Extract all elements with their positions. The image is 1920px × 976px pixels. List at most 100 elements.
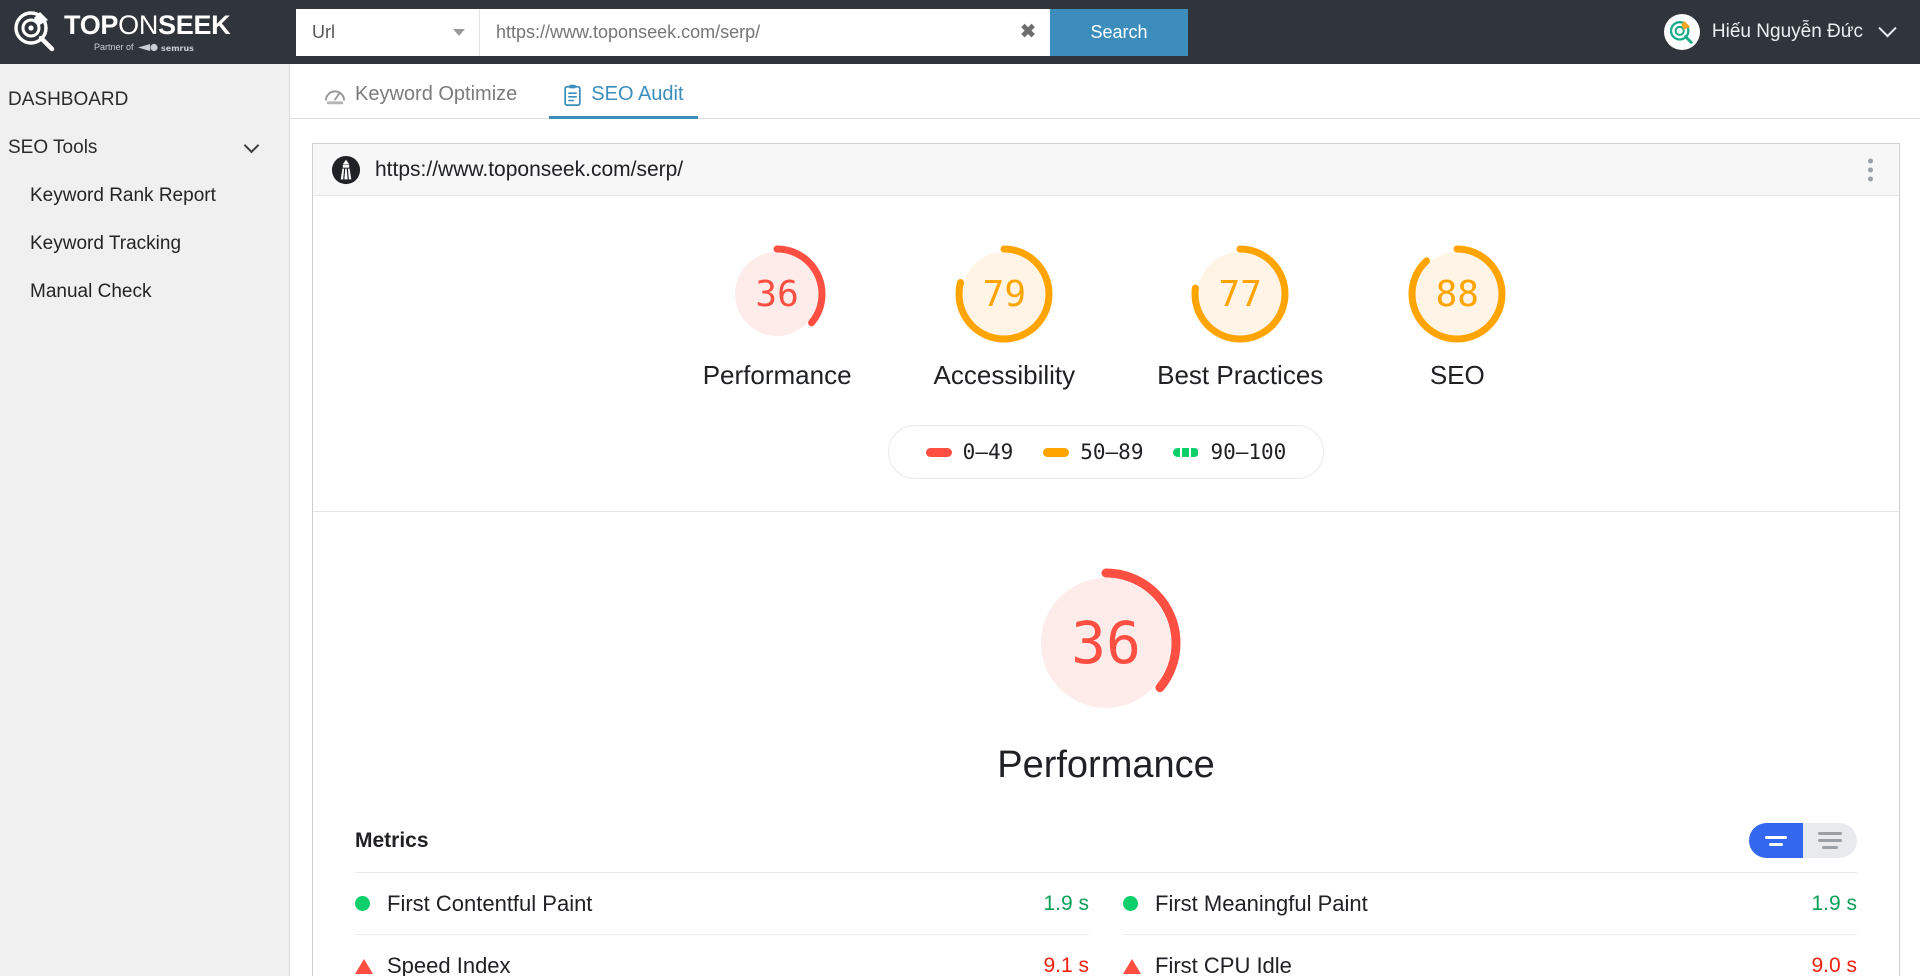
score-label: Accessibility	[933, 360, 1076, 390]
status-pass-icon	[1123, 896, 1149, 911]
brand-logo-area[interactable]: TOPONSEEK Partner of semrush	[0, 0, 290, 64]
legend-swatch-red	[925, 447, 952, 457]
more-vertical-icon[interactable]	[1868, 158, 1873, 181]
dot	[1868, 158, 1873, 163]
search-input[interactable]	[496, 21, 1034, 43]
score-gauge-performance[interactable]: 36 Performance	[703, 242, 852, 391]
user-name: Hiếu Nguyễn Đức	[1711, 21, 1863, 42]
chevron-down-icon	[1878, 18, 1897, 37]
tab-label: Keyword Optimize	[355, 83, 518, 105]
metric-row[interactable]: First Contentful Paint 1.9 s	[355, 873, 1089, 935]
score-gauge-accessibility[interactable]: 79 Accessibility	[933, 242, 1076, 391]
report-header: https://www.toponseek.com/serp/	[313, 144, 1899, 196]
sidebar: DASHBOARD SEO Tools Keyword Rank Report …	[0, 64, 290, 976]
legend-label: 0–49	[962, 440, 1014, 464]
brand-name-top: TOP	[64, 9, 119, 40]
metrics-view-toggle[interactable]	[1749, 823, 1857, 858]
metric-row[interactable]: Speed Index 9.1 s	[355, 935, 1089, 976]
featured-score-label: Performance	[997, 744, 1215, 786]
metric-value: 9.0 s	[1811, 954, 1857, 976]
legend-item-poor: 0–49	[925, 440, 1014, 464]
gauge-ring: 77	[1188, 242, 1292, 346]
main-content: Keyword Optimize SEO Audit https://www.t…	[290, 64, 1920, 976]
score-gauge-seo[interactable]: 88 SEO	[1405, 242, 1509, 391]
score-value: 36	[755, 273, 799, 315]
sidebar-item-label: Keyword Rank Report	[30, 185, 216, 206]
partner-of-label: Partner of	[94, 41, 134, 52]
lighthouse-icon	[331, 155, 361, 184]
line	[1765, 835, 1787, 839]
line	[1818, 839, 1842, 842]
metric-value: 9.1 s	[1043, 954, 1089, 976]
metrics-column-right: First Meaningful Paint 1.9 s First CPU I…	[1123, 873, 1857, 976]
line	[1822, 846, 1838, 849]
legend-label: 50–89	[1080, 440, 1144, 464]
legend-swatch-orange	[1043, 447, 1070, 457]
status-fail-icon	[1123, 958, 1149, 974]
metrics-title: Metrics	[355, 828, 429, 852]
sidebar-item-keyword-rank-report[interactable]: Keyword Rank Report	[0, 172, 289, 220]
score-value: 88	[1435, 273, 1479, 315]
score-label: Best Practices	[1157, 360, 1324, 390]
user-menu[interactable]: Hiếu Nguyễn Đức	[1663, 0, 1897, 64]
sidebar-item-label: DASHBOARD	[8, 89, 129, 110]
score-label: Performance	[702, 360, 852, 390]
status-pass-icon	[355, 896, 381, 911]
sidebar-item-label: SEO Tools	[8, 137, 98, 158]
clipboard-audit-icon	[564, 84, 581, 106]
search-bar: Url ✖ Search	[296, 8, 1188, 56]
legend-label: 90–100	[1210, 440, 1287, 464]
metric-name: First CPU Idle	[1155, 953, 1292, 976]
metric-value: 1.9 s	[1811, 891, 1857, 915]
tab-seo-audit[interactable]: SEO Audit	[549, 83, 698, 119]
line	[1769, 842, 1783, 846]
tab-keyword-optimize[interactable]: Keyword Optimize	[310, 83, 531, 118]
brand-partner-line: Partner of semrush	[64, 42, 230, 53]
search-type-value: Url	[312, 21, 335, 42]
search-button[interactable]: Search	[1050, 8, 1188, 56]
score-gauge-best-practices[interactable]: 77 Best Practices	[1157, 242, 1323, 391]
metric-row[interactable]: First CPU Idle 9.0 s	[1123, 935, 1857, 976]
target-search-icon	[14, 11, 55, 52]
featured-performance-gauge: 36 Performance	[313, 512, 1899, 787]
close-icon[interactable]: ✖	[1020, 23, 1036, 42]
legend-swatch-green	[1173, 447, 1200, 457]
metric-name: Speed Index	[387, 953, 511, 976]
status-fail-icon	[355, 958, 381, 974]
page-body: DASHBOARD SEO Tools Keyword Rank Report …	[0, 64, 1920, 976]
avatar	[1663, 14, 1700, 50]
metric-name: First Meaningful Paint	[1155, 890, 1368, 916]
report-url: https://www.toponseek.com/serp/	[375, 157, 684, 181]
dot	[1868, 176, 1873, 181]
sidebar-item-dashboard[interactable]: DASHBOARD	[0, 76, 289, 124]
line	[1818, 832, 1842, 835]
category-score-gauges: 36 Performance 79 Accessibility 77 Best …	[313, 196, 1899, 391]
search-type-select[interactable]: Url	[296, 8, 480, 56]
two-line-view-icon[interactable]	[1749, 823, 1803, 858]
metric-row[interactable]: First Meaningful Paint 1.9 s	[1123, 873, 1857, 935]
metrics-grid: First Contentful Paint 1.9 s Speed Index…	[355, 872, 1857, 976]
score-label: SEO	[1429, 360, 1485, 390]
brand-name: TOPONSEEK	[64, 9, 231, 40]
sidebar-item-seo-tools[interactable]: SEO Tools	[0, 124, 289, 172]
three-line-view-icon[interactable]	[1803, 823, 1857, 858]
tab-label: SEO Audit	[591, 83, 684, 105]
gauge-ring: 88	[1405, 242, 1509, 346]
metrics-column-left: First Contentful Paint 1.9 s Speed Index…	[355, 873, 1089, 976]
gauge-ring: 79	[952, 242, 1056, 346]
score-value: 79	[982, 273, 1026, 315]
tab-bar: Keyword Optimize SEO Audit	[290, 64, 1920, 119]
score-legend: 0–49 50–89 90–100	[888, 425, 1324, 479]
lighthouse-report-card: https://www.toponseek.com/serp/ 36 Perfo…	[312, 143, 1900, 976]
metric-value: 1.9 s	[1043, 891, 1089, 915]
metrics-header: Metrics	[355, 823, 1857, 858]
brand-name-on: ON	[118, 9, 159, 40]
dot	[1868, 167, 1873, 172]
toponseek-avatar-icon	[1669, 21, 1693, 44]
top-bar: TOPONSEEK Partner of semrush Url ✖ Searc…	[0, 0, 1920, 64]
brand-name-seek: SEEK	[158, 9, 231, 40]
metric-name: First Contentful Paint	[387, 890, 593, 916]
gauge-ring: 36	[725, 242, 829, 346]
sidebar-item-keyword-tracking[interactable]: Keyword Tracking	[0, 220, 289, 268]
sidebar-item-manual-check[interactable]: Manual Check	[0, 268, 289, 316]
